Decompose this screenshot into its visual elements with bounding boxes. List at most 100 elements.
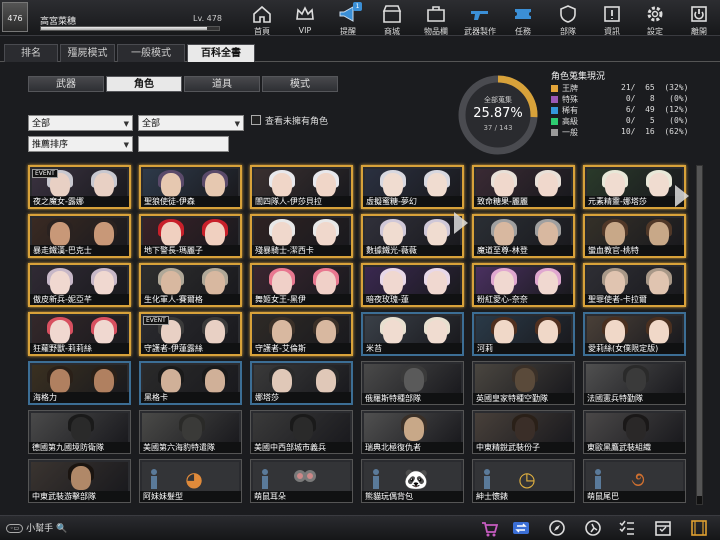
character-card[interactable]: 蠻血教官-桃特 <box>583 214 686 258</box>
nav-label: 武器製作 <box>464 27 496 36</box>
character-card[interactable]: 東歐黑鷹武裝組織 <box>583 410 686 454</box>
checklist-icon[interactable] <box>618 519 636 537</box>
cart-icon[interactable] <box>480 519 499 537</box>
nav-power-button[interactable]: 離開 <box>677 0 720 36</box>
character-card[interactable]: 殘暴騎士-潔西卡 <box>250 214 353 258</box>
character-card[interactable]: 法國憲兵特勤隊 <box>583 361 686 405</box>
card-image <box>143 218 238 246</box>
character-card[interactable]: 中東精銳武裝份子 <box>472 410 575 454</box>
portrait-face <box>605 320 625 344</box>
nav-shield-button[interactable]: 部隊 <box>546 0 590 36</box>
tab-1[interactable]: 殭屍模式 <box>60 44 115 62</box>
character-card[interactable]: ◷ 紳士懷錶 <box>472 459 575 503</box>
card-image <box>587 169 682 197</box>
character-card[interactable]: ૭ 萌鼠尾巴 <box>583 459 686 503</box>
character-card[interactable]: 英國皇家特種空勤隊 <box>472 361 575 405</box>
tab-0[interactable]: 排名 <box>4 44 58 62</box>
character-card[interactable]: 美國中西部城市義兵 <box>250 410 353 454</box>
character-card[interactable]: 中東武裝游擊部隊 <box>28 459 131 503</box>
nav-home-button[interactable]: 首頁 <box>240 0 284 36</box>
character-card[interactable]: 守護者-艾倫斯 <box>250 312 353 356</box>
character-card[interactable]: 數據鐵光-薇薇 <box>361 214 464 258</box>
character-card[interactable]: 聖狼使徒-伊森 <box>139 165 242 209</box>
character-card[interactable]: 聖罪使者-卡拉爾 <box>583 263 686 307</box>
helper-button[interactable]: ◦▭ 小幫手 🔍 <box>6 521 67 534</box>
character-card[interactable]: 娜塔莎 <box>250 361 353 405</box>
character-card[interactable]: 米苔 <box>361 312 464 356</box>
portrait-face <box>293 417 313 441</box>
calendar-icon[interactable] <box>654 519 672 537</box>
subtab-1[interactable]: 角色 <box>106 76 182 92</box>
runner-icon[interactable] <box>584 519 602 537</box>
character-card[interactable]: 🐼 熊貓玩偶背包 <box>361 459 464 503</box>
search-input[interactable] <box>138 136 229 152</box>
character-card[interactable]: EVENT 夜之魔女-露娜 <box>28 165 131 209</box>
tab-3[interactable]: 百科全書 <box>187 44 255 62</box>
character-card[interactable]: 闇四隊人-伊莎貝拉 <box>250 165 353 209</box>
card-image: 🐼 <box>364 462 461 491</box>
character-card[interactable]: EVENT 守護者-伊蓮露絲 <box>139 312 242 356</box>
nav-ticket-button[interactable]: 任務 <box>501 0 545 36</box>
tab-2[interactable]: 一般模式 <box>117 44 185 62</box>
subtab-2[interactable]: 道具 <box>184 76 260 92</box>
subtab-3[interactable]: 模式 <box>262 76 338 92</box>
category-select[interactable]: 全部 ▼ <box>28 115 133 131</box>
character-card[interactable]: 粉紅愛心-奈奈 <box>472 263 575 307</box>
character-card[interactable]: 德國第九國境防衛隊 <box>28 410 131 454</box>
character-card[interactable]: 黑格卡 <box>139 361 242 405</box>
character-card[interactable]: 暴走鐵漢-巴克士 <box>28 214 131 258</box>
nav-gun-button[interactable]: 武器製作 <box>458 0 502 36</box>
character-card[interactable]: 舞姬女王-黑伊 <box>250 263 353 307</box>
character-card[interactable]: ◕ 阿妹妹髮型 <box>139 459 242 503</box>
scroll-right-arrow-icon[interactable] <box>454 212 468 234</box>
nav-store-button[interactable]: 商城 <box>370 0 414 36</box>
portrait-face <box>383 173 403 197</box>
card-name: 聖狼使徒-伊森 <box>141 196 240 207</box>
character-card[interactable]: 瑞典北極復仇者 <box>361 410 464 454</box>
nav-briefcase-button[interactable]: 物品欄 <box>414 0 458 36</box>
character-card[interactable]: 俄羅斯特種部隊 <box>361 361 464 405</box>
card-image <box>143 365 238 393</box>
sort-select[interactable]: 推薦排序 ▼ <box>28 136 133 152</box>
show-unowned-checkbox[interactable] <box>251 115 261 125</box>
compass-icon[interactable] <box>548 519 566 537</box>
character-card[interactable]: 虛擬蜜糖-夢幻 <box>361 165 464 209</box>
stat-row: 稀有 6/ 49 (12%) <box>551 105 701 116</box>
scrollbar-thumb[interactable] <box>697 166 702 496</box>
nav-megaphone-button[interactable]: 提醒 1 <box>326 0 370 36</box>
scroll-right-arrow-icon[interactable] <box>675 185 689 207</box>
portrait-face <box>538 271 558 295</box>
character-card[interactable]: 海格力 <box>28 361 131 405</box>
avatar[interactable]: 476 <box>2 2 28 32</box>
card-image <box>32 218 127 246</box>
portrait-face <box>427 173 447 197</box>
character-card[interactable]: 河莉 <box>472 312 575 356</box>
film-icon[interactable] <box>690 519 708 537</box>
character-card[interactable]: 愛莉絲(女僕限定版) <box>583 312 686 356</box>
subtab-0[interactable]: 武器 <box>28 76 104 92</box>
nav-gear-button[interactable]: 設定 <box>633 0 677 36</box>
character-card[interactable]: 生化軍人-賽爾格 <box>139 263 242 307</box>
portrait-face <box>94 222 114 246</box>
nav-alert-button[interactable]: 資訊 <box>590 0 634 36</box>
nav-crown-button[interactable]: VIP <box>283 0 327 36</box>
character-card[interactable]: 暗夜玫瑰-蓮 <box>361 263 464 307</box>
card-image <box>254 267 349 295</box>
exchange-icon[interactable] <box>512 519 530 537</box>
card-name: 狂蘿野獸-莉莉絲 <box>30 343 129 354</box>
stat-row: 特殊 0/ 8 (0%) <box>551 94 701 105</box>
type-select[interactable]: 全部 ▼ <box>138 115 244 131</box>
portrait-face <box>316 222 336 246</box>
top-bar: 476 高宮菜穗 Lv. 478 首頁 VIP 提醒 1 商城 物品欄 武器製作 任務 部隊 資訊… <box>0 0 720 36</box>
character-card[interactable]: 狂蘿野獸-莉莉絲 <box>28 312 131 356</box>
scrollbar[interactable] <box>696 165 703 505</box>
nav-label: 部隊 <box>560 27 576 36</box>
character-card[interactable]: 魔道至尊-林登 <box>472 214 575 258</box>
character-card[interactable]: 傲皮新兵-妮亞芊 <box>28 263 131 307</box>
character-card[interactable]: 元素精靈-娜塔莎 <box>583 165 686 209</box>
character-card[interactable]: 致命糖果-麗麗 <box>472 165 575 209</box>
crown-icon <box>296 6 314 20</box>
character-card[interactable]: 美國第六海豹特遣隊 <box>139 410 242 454</box>
character-card[interactable]: 萌鼠耳朵 <box>250 459 353 503</box>
character-card[interactable]: 地下警長-瑪麗子 <box>139 214 242 258</box>
